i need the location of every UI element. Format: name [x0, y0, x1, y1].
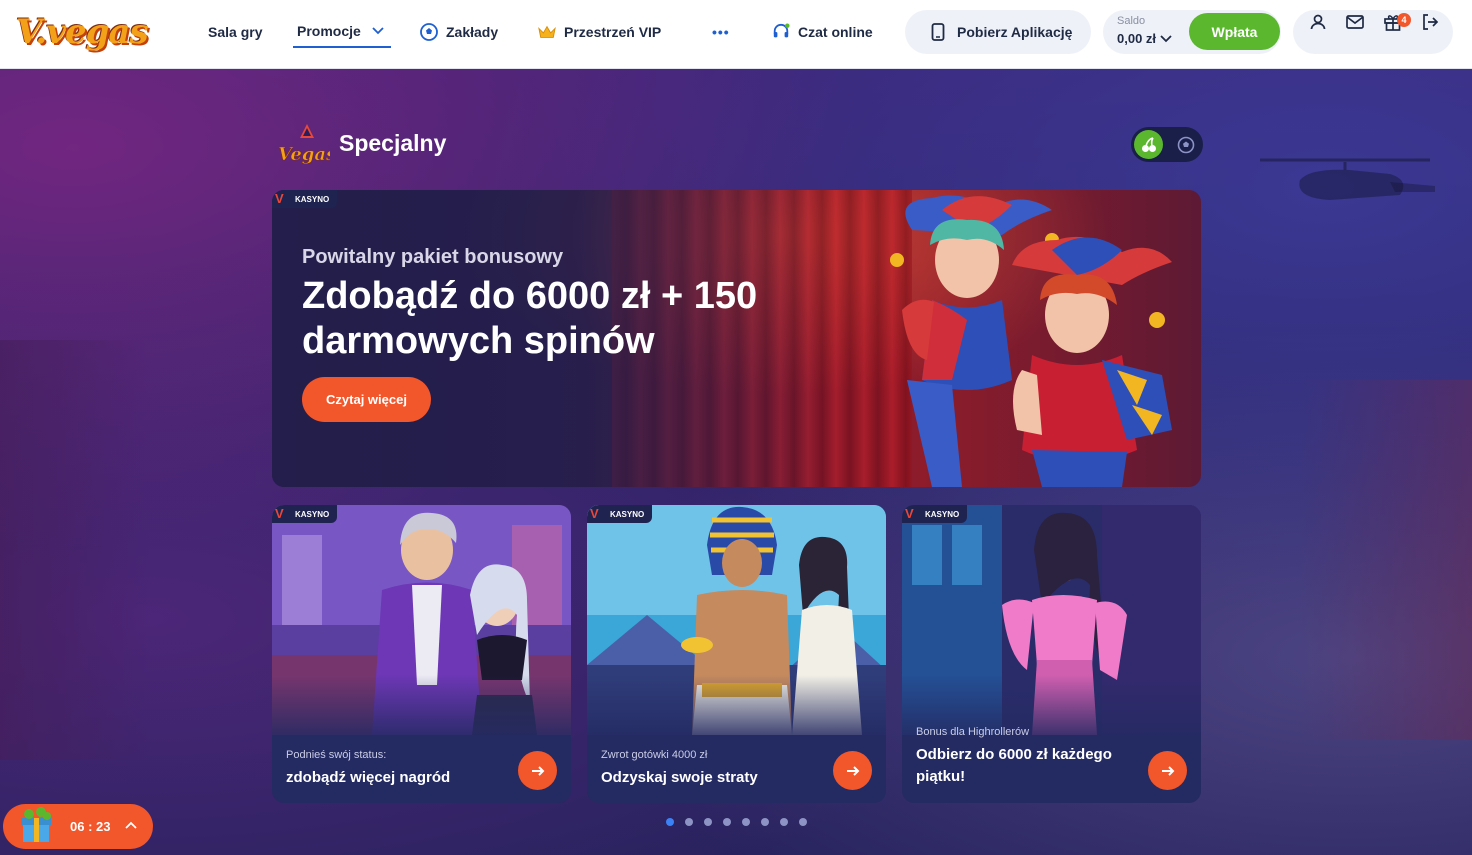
- vvegas-logo[interactable]: V.vegas: [16, 6, 149, 58]
- read-more-button[interactable]: Czytaj więcej: [302, 377, 431, 422]
- more-dots-icon: •••: [712, 24, 730, 40]
- arrow-right-icon: [846, 765, 859, 776]
- tag-label: KASYNO: [925, 509, 960, 519]
- top-header: V.vegas Sala gry Promocje Zakłady Przest…: [0, 0, 1472, 69]
- card-subtitle: Bonus dla Highrollerów: [916, 726, 1030, 738]
- arrow-right-icon: [531, 765, 544, 776]
- download-app-label: Pobierz Aplikację: [957, 24, 1073, 40]
- football-icon: [1177, 136, 1194, 153]
- deposit-button[interactable]: Wpłata: [1189, 13, 1280, 50]
- kasyno-tag: V KASYNO: [902, 505, 968, 523]
- chevron-down-icon: [369, 22, 387, 40]
- card-fade: [272, 675, 571, 745]
- card-subtitle: Podnieś swój status:: [286, 749, 387, 761]
- nav-promocje[interactable]: Promocje: [293, 16, 391, 48]
- cherry-icon: [1141, 136, 1156, 152]
- background-decoration: [0, 340, 150, 760]
- chevron-down-icon: [1160, 34, 1172, 42]
- user-icon[interactable]: [1307, 11, 1329, 33]
- chevron-up-icon: [125, 821, 137, 829]
- hero-banner[interactable]: V KASYNO Powitalny pakiet bonusowy Zdobą…: [272, 190, 1201, 487]
- v-logo-icon: V: [905, 506, 914, 521]
- nav-label: Czat online: [798, 24, 873, 40]
- arrow-right-icon: [1161, 765, 1174, 776]
- nav-label: Zakłady: [446, 24, 499, 40]
- pagination-dot[interactable]: [742, 818, 750, 826]
- promo-card-cashback[interactable]: V KASYNO Zwrot gotówki 4000 zł Odzyskaj …: [587, 505, 886, 803]
- download-app-button[interactable]: Pobierz Aplikację: [905, 10, 1091, 54]
- timer-countdown: 06 : 23: [70, 819, 111, 834]
- card-subtitle: Zwrot gotówki 4000 zł: [601, 749, 708, 761]
- vegas-section-logo: Vegas: [278, 124, 330, 165]
- nav-czat-online[interactable]: Czat online: [772, 18, 873, 46]
- card-fade: [587, 675, 886, 745]
- pagination-dot[interactable]: [761, 818, 769, 826]
- hero-subtitle: Powitalny pakiet bonusowy: [302, 246, 564, 268]
- card-arrow-button[interactable]: [1148, 751, 1187, 790]
- nav-label: Promocje: [297, 23, 361, 39]
- pagination-dot[interactable]: [704, 818, 712, 826]
- balance-label: Saldo: [1117, 15, 1146, 27]
- tag-label: KASYNO: [295, 194, 330, 204]
- card-arrow-button[interactable]: [518, 751, 557, 790]
- card-arrow-button[interactable]: [833, 751, 872, 790]
- v-logo-icon: V: [590, 506, 599, 521]
- nav-label: Przestrzeń VIP: [564, 24, 662, 40]
- mail-icon[interactable]: [1344, 11, 1366, 33]
- football-icon: [420, 23, 438, 41]
- section-title: Specjalny: [339, 130, 447, 156]
- pagination-dot[interactable]: [685, 818, 693, 826]
- pagination-dot[interactable]: [780, 818, 788, 826]
- carousel-pagination: [666, 818, 807, 826]
- svg-text:Vegas: Vegas: [278, 144, 330, 165]
- casino-toggle-option[interactable]: [1134, 130, 1163, 159]
- helicopter-decoration: [1260, 158, 1435, 200]
- sports-toggle-option[interactable]: [1171, 130, 1200, 159]
- gift-count-badge: 4: [1397, 13, 1411, 27]
- balance-value-row: 0,00 zł: [1117, 31, 1172, 46]
- gift-box-icon: [21, 807, 51, 842]
- logout-icon[interactable]: [1419, 11, 1441, 33]
- hero-title: Zdobądź do 6000 zł + 150 darmowych spinó…: [302, 275, 758, 362]
- background-decoration: [1300, 380, 1472, 740]
- pagination-dot[interactable]: [666, 818, 674, 826]
- phone-icon: [929, 23, 947, 41]
- card-title: Odzyskaj swoje straty: [601, 769, 758, 786]
- tag-label: KASYNO: [295, 509, 330, 519]
- casino-sports-toggle[interactable]: [1131, 127, 1203, 162]
- card-title: Odbierz do 6000 zł każdego piątku!: [916, 746, 1112, 785]
- card-title: zdobądź więcej nagród: [286, 769, 451, 786]
- pagination-dot[interactable]: [723, 818, 731, 826]
- balance-value: 0,00 zł: [1117, 31, 1157, 46]
- promo-card-highroller[interactable]: V KASYNO Bonus dla Highrollerów Odbierz …: [902, 505, 1201, 803]
- nav-label: Sala gry: [208, 24, 263, 40]
- kasyno-tag: V KASYNO: [272, 190, 338, 208]
- nav-more-button[interactable]: •••: [712, 18, 730, 46]
- promo-card-status[interactable]: V KASYNO Podnieś swój status: zdobądź wi…: [272, 505, 571, 803]
- nav-przestrzen-vip[interactable]: Przestrzeń VIP: [538, 18, 661, 46]
- nav-sala-gry[interactable]: Sala gry: [208, 18, 262, 46]
- headset-icon: [772, 23, 790, 41]
- bonus-timer-widget[interactable]: 06 : 23: [3, 804, 153, 849]
- pagination-dot[interactable]: [799, 818, 807, 826]
- nav-zaklady[interactable]: Zakłady: [420, 18, 498, 46]
- kasyno-tag: V KASYNO: [587, 505, 653, 523]
- kasyno-tag: V KASYNO: [272, 505, 338, 523]
- v-logo-icon: V: [275, 506, 284, 521]
- jester-illustration: [890, 195, 1172, 487]
- v-logo-icon: V: [275, 191, 284, 206]
- tag-label: KASYNO: [610, 509, 645, 519]
- crown-icon: [538, 23, 556, 41]
- logo-text: V.vegas: [16, 12, 149, 52]
